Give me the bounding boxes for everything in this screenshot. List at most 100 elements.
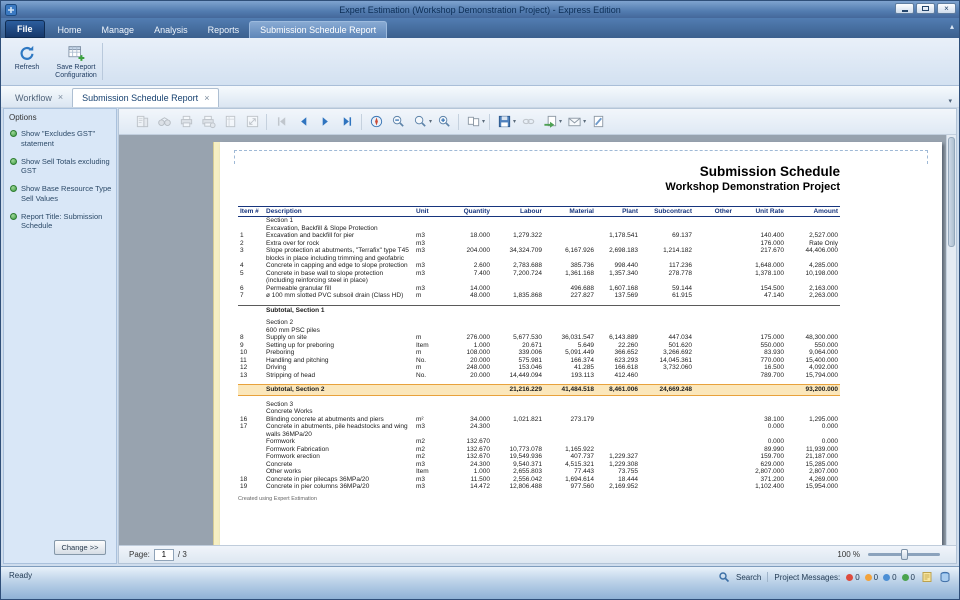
ribbon-group-separator: [102, 43, 103, 80]
cell-other: [694, 334, 734, 342]
doc-tab-workflow[interactable]: Workflow×: [6, 88, 72, 107]
status-search-label[interactable]: Search: [736, 573, 761, 582]
dropdown-caret-icon[interactable]: ▾: [513, 118, 516, 125]
magnifier-icon[interactable]: [409, 112, 431, 132]
print-icon[interactable]: [175, 112, 197, 132]
ribbon-tab-submission-schedule-report[interactable]: Submission Schedule Report: [249, 21, 387, 38]
doc-tab-submission-schedule-report[interactable]: Submission Schedule Report×: [72, 88, 219, 107]
cell-desc: Subtotal, Section 1: [264, 305, 414, 314]
toolbar-separator: [489, 114, 490, 130]
ribbon-tab-reports[interactable]: Reports: [198, 21, 250, 38]
viewer-toolbar: ▾ ▾ ▾ ▾ ▾: [119, 109, 956, 135]
cell-rate: [734, 385, 786, 396]
link-icon[interactable]: [517, 112, 539, 132]
send-icon[interactable]: [539, 112, 561, 132]
margin-mark-right: [927, 150, 928, 164]
cell-labour: 2,556.042: [492, 476, 544, 484]
zoom-slider-thumb[interactable]: [901, 549, 908, 560]
cell-unit: m3: [414, 423, 446, 438]
report-canvas[interactable]: Submission Schedule Workshop Demonstrati…: [119, 135, 956, 545]
scrollbar-thumb[interactable]: [948, 137, 955, 247]
cell-labour: 1,279.322: [492, 232, 544, 240]
cell-labour: 2,783.688: [492, 262, 544, 270]
ribbon-minimize-icon[interactable]: ▴: [950, 23, 954, 31]
refresh-label: Refresh: [15, 64, 40, 72]
cell-other: [694, 468, 734, 476]
prev-page-icon[interactable]: [292, 112, 314, 132]
scale-icon[interactable]: [241, 112, 263, 132]
change-options-button[interactable]: Change >>: [54, 540, 106, 555]
cell-labour: 2,655.803: [492, 468, 544, 476]
cell-other: [694, 423, 734, 438]
email-icon[interactable]: [563, 112, 585, 132]
hand-tool-icon[interactable]: [365, 112, 387, 132]
refresh-button[interactable]: Refresh: [4, 40, 50, 83]
save-configuration-label: Save Report Configuration: [53, 64, 99, 81]
cell-plant: 1,357.340: [596, 270, 640, 285]
cell-unit: [414, 385, 446, 396]
ribbon-tab-manage[interactable]: Manage: [92, 21, 145, 38]
cell-other: [694, 349, 734, 357]
ribbon-tab-home[interactable]: Home: [48, 21, 92, 38]
cell-item: 19: [238, 483, 264, 491]
watermark-icon[interactable]: [587, 112, 609, 132]
next-page-icon[interactable]: [314, 112, 336, 132]
cell-unit: m3: [414, 232, 446, 240]
cell-item: 8: [238, 334, 264, 342]
close-tab-icon[interactable]: ×: [58, 93, 63, 102]
cell-desc: Concrete in pier pilecaps 36MPa/20: [264, 476, 414, 484]
app-icon: [5, 4, 17, 16]
zoom-out-icon[interactable]: [387, 112, 409, 132]
cell-desc: Concrete in capping and edge to slope pr…: [264, 262, 414, 270]
page-number-input[interactable]: [154, 549, 174, 561]
save-report-configuration-button[interactable]: Save Report Configuration: [53, 40, 99, 83]
cell-subcontract: [640, 476, 694, 484]
cell-labour: [492, 285, 544, 293]
page-label: Page:: [129, 550, 150, 559]
multiple-pages-icon[interactable]: [462, 112, 484, 132]
cell-rate: 371.200: [734, 476, 786, 484]
dropdown-caret-icon[interactable]: ▾: [559, 118, 562, 125]
cell-amount: 4,092.000: [786, 364, 840, 372]
project-notes-icon[interactable]: [921, 571, 933, 583]
file-menu-button[interactable]: File: [5, 20, 45, 38]
minimize-button[interactable]: [895, 3, 914, 14]
cell-rate: 154.500: [734, 285, 786, 293]
options-list: Show "Excludes GST" statementShow Sell T…: [4, 129, 116, 239]
ribbon-tab-analysis[interactable]: Analysis: [144, 21, 198, 38]
page-setup-icon[interactable]: [219, 112, 241, 132]
search-icon[interactable]: [153, 112, 175, 132]
project-database-icon[interactable]: [939, 571, 951, 583]
close-button[interactable]: ×: [937, 3, 956, 14]
cell-desc: Concrete: [264, 461, 414, 469]
first-page-icon[interactable]: [270, 112, 292, 132]
column-header-amount: Amount: [786, 207, 840, 217]
status-right: Search Project Messages: 0000: [718, 571, 951, 583]
dropdown-caret-icon[interactable]: ▾: [482, 118, 485, 125]
window-title: Expert Estimation (Workshop Demonstratio…: [1, 5, 959, 15]
success-indicator-icon: [902, 574, 909, 581]
close-tab-icon[interactable]: ×: [204, 94, 209, 103]
zoom-in-icon[interactable]: [433, 112, 455, 132]
cell-item: [238, 438, 264, 446]
cell-item: 9: [238, 342, 264, 350]
cell-item: 7: [238, 292, 264, 300]
cell-qty: 132.670: [446, 446, 492, 454]
export-icon[interactable]: [493, 112, 515, 132]
maximize-button[interactable]: [916, 3, 935, 14]
dropdown-caret-icon[interactable]: ▾: [583, 118, 586, 125]
cell-plant: 998.440: [596, 262, 640, 270]
cell-desc: Setting up for preboring: [264, 342, 414, 350]
item-row: 9Setting up for preboringItem1.00020.671…: [238, 342, 840, 350]
dropdown-caret-icon[interactable]: ▾: [429, 118, 432, 125]
vertical-scrollbar[interactable]: [946, 135, 956, 545]
cell-qty: 132.670: [446, 453, 492, 461]
document-map-icon[interactable]: [131, 112, 153, 132]
zoom-slider[interactable]: [868, 548, 940, 561]
ribbon-tab-list: HomeManageAnalysisReportsSubmission Sche…: [48, 18, 388, 38]
last-page-icon[interactable]: [336, 112, 358, 132]
quick-print-icon[interactable]: [197, 112, 219, 132]
cell-subcontract: [640, 468, 694, 476]
search-status-icon[interactable]: [718, 571, 730, 583]
cell-qty: [446, 305, 492, 314]
